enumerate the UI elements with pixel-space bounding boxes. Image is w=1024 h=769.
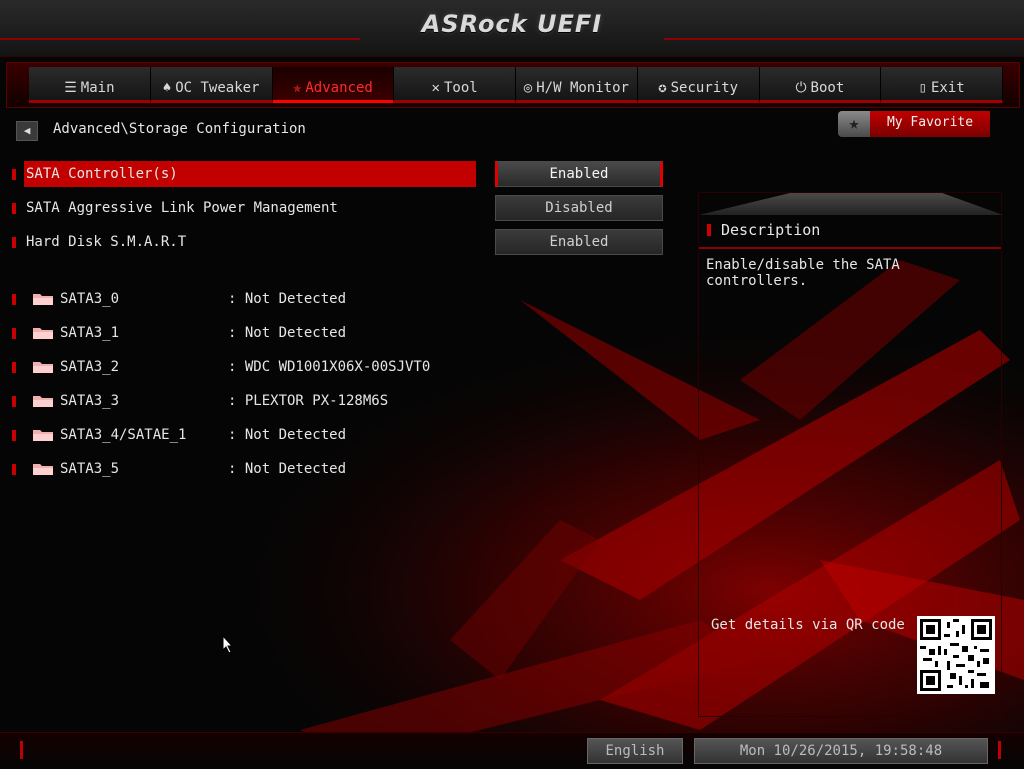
tab-tool[interactable]: ✕ Tool [394,67,516,103]
tab-exit[interactable]: ▯ Exit [881,67,1003,103]
mouse-cursor-icon [222,635,234,654]
star-icon: ★ [838,111,870,137]
monitor-icon: ◎ [523,80,533,96]
tab-bar: ☰ Main ♠ OC Tweaker ✯ Advanced ✕ Tool ◎ H/W Monit… [6,62,1020,108]
footer-marker-left [20,741,23,759]
my-favorite-label: My Favorite [870,111,990,137]
qr-code-icon [917,616,995,694]
wrench-icon: ✕ [431,80,440,96]
star-icon: ✯ [292,80,302,96]
language-button[interactable]: English [587,738,683,764]
row-marker [12,169,16,180]
tab-label: H/W Monitor [536,80,629,96]
datetime-display: Mon 10/26/2015, 19:58:48 [694,738,988,764]
device-name: SATA3_4/SATAE_1 [60,427,187,443]
footer-bar: English Mon 10/26/2015, 19:58:48 [0,732,1024,769]
device-value: : WDC WD1001X06X-00SJVT0 [228,359,431,375]
folder-icon [33,396,53,407]
power-icon: ⏻ [795,80,807,96]
row-marker [12,362,16,373]
device-name: SATA3_1 [60,325,120,341]
description-panel: Description Enable/disable the SATA cont… [698,192,1003,717]
tab-h-w-monitor[interactable]: ◎ H/W Monitor [516,67,638,103]
qr-caption: Get details via QR code [711,617,905,633]
device-row[interactable]: SATA3_3 : PLEXTOR PX-128M6S [10,389,490,413]
folder-icon [33,328,53,339]
exit-icon: ▯ [918,80,927,96]
row-marker [12,464,16,475]
device-name: SATA3_5 [60,461,120,477]
description-marker [707,224,711,236]
tab-main[interactable]: ☰ Main [29,67,151,103]
smart-value[interactable]: Enabled [495,229,663,255]
breadcrumb: Advanced\Storage Configuration [53,121,306,137]
device-value: : Not Detected [228,325,347,341]
description-title: Description [721,221,821,239]
tab-label: Tool [443,80,478,96]
header-wing-right [664,38,1024,40]
row-marker [12,294,16,305]
shield-icon: ✪ [658,80,667,96]
header-bar: ASRock UEFI [0,0,1024,57]
tab-label: Main [80,80,115,96]
setting-label: Hard Disk S.M.A.R.T [26,234,187,250]
device-row[interactable]: SATA3_0 : Not Detected [10,287,490,311]
header-wing-left [0,38,360,40]
device-name: SATA3_3 [60,393,120,409]
device-row[interactable]: SATA3_4/SATAE_1 : Not Detected [10,423,490,447]
row-marker [12,237,16,248]
tab-oc-tweaker[interactable]: ♠ OC Tweaker [150,67,273,103]
device-row[interactable]: SATA3_1 : Not Detected [10,321,490,345]
folder-icon [33,430,53,441]
folder-icon [33,294,53,305]
setting-row-sata-controllers[interactable]: SATA Controller(s) [10,161,480,187]
description-cap [699,193,1003,215]
footer-marker-right [998,741,1001,759]
device-row[interactable]: SATA3_5 : Not Detected [10,457,490,481]
device-name: SATA3_2 [60,359,120,375]
list-icon: ☰ [64,80,77,96]
device-value: : PLEXTOR PX-128M6S [228,393,389,409]
device-row[interactable]: SATA3_2 : WDC WD1001X06X-00SJVT0 [10,355,490,379]
tab-label: Exit [930,80,965,96]
folder-icon [33,362,53,373]
setting-row-link-power[interactable]: SATA Aggressive Link Power Management [10,195,480,221]
device-name: SATA3_0 [60,291,120,307]
row-marker [12,430,16,441]
setting-label: SATA Controller(s) [26,166,178,182]
my-favorite-button[interactable]: ★ My Favorite [838,111,990,137]
device-value: : Not Detected [228,461,347,477]
setting-label: SATA Aggressive Link Power Management [26,200,338,216]
sata-controllers-value[interactable]: Enabled [495,161,663,187]
device-value: : Not Detected [228,427,347,443]
row-marker [12,203,16,214]
link-power-value[interactable]: Disabled [495,195,663,221]
tab-label: Boot [810,80,845,96]
back-button[interactable]: ◀ [16,121,38,141]
setting-row-smart[interactable]: Hard Disk S.M.A.R.T [10,229,480,255]
row-marker [12,396,16,407]
tab-label: OC Tweaker [175,80,260,96]
device-value: : Not Detected [228,291,347,307]
qr-code-graphic [920,619,992,691]
row-marker [12,328,16,339]
tab-label: Advanced [305,80,373,96]
tab-advanced[interactable]: ✯ Advanced [272,67,395,103]
app-logo: ASRock UEFI [421,10,603,38]
folder-icon [33,464,53,475]
tab-boot[interactable]: ⏻ Boot [759,67,882,103]
description-text: Enable/disable the SATA controllers. [706,257,900,289]
rocket-icon: ♠ [162,80,172,96]
tab-label: Security [670,80,739,96]
tab-security[interactable]: ✪ Security [637,67,760,103]
description-header: Description [699,215,1001,249]
